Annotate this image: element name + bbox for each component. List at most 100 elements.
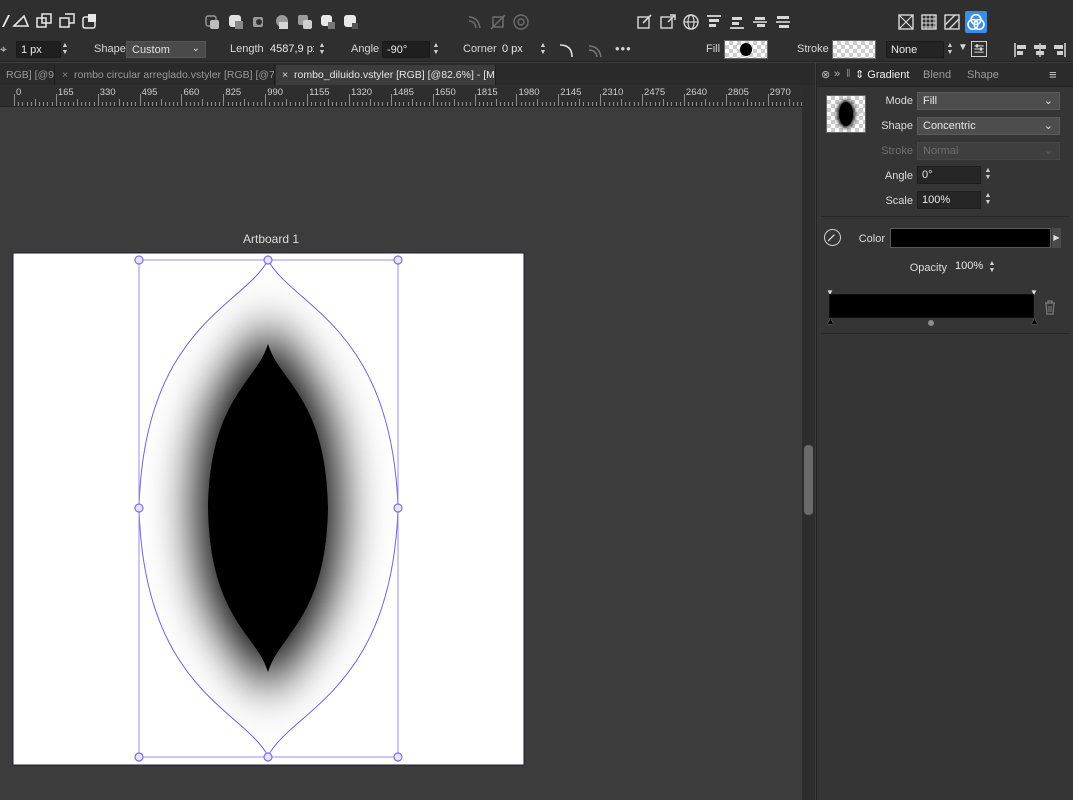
- wireframe-icon[interactable]: [897, 13, 915, 31]
- close-icon[interactable]: ×: [282, 69, 294, 81]
- length-field[interactable]: 4587,9 px: [266, 41, 314, 58]
- length-stepper[interactable]: ▲ ▼: [318, 42, 326, 58]
- handle-right[interactable]: [393, 503, 403, 513]
- ruler-major-tick: [642, 94, 644, 106]
- shape-op-3-icon[interactable]: [250, 13, 268, 31]
- curve-tool-icon[interactable]: [466, 13, 484, 31]
- preview-arrow-icon[interactable]: ▶: [858, 107, 864, 116]
- collapse-panel-icon[interactable]: »: [834, 68, 840, 80]
- corner-smooth-icon[interactable]: [587, 41, 605, 59]
- more-options-button[interactable]: •••: [615, 41, 632, 56]
- midpoint-icon[interactable]: [928, 320, 934, 326]
- tab-document-1[interactable]: RGB] [@98.7: [0, 65, 55, 85]
- handle-bottom-right[interactable]: [393, 752, 403, 762]
- stroke-settings-icon[interactable]: [971, 41, 987, 57]
- scale-stepper[interactable]: ▲ ▼: [984, 192, 992, 208]
- panel-grip-icon[interactable]: ‖: [846, 68, 851, 80]
- tab-document-2[interactable]: × rombo circular arreglado.vstyler [RGB] …: [56, 65, 275, 85]
- shape-op-1-icon[interactable]: [204, 13, 222, 31]
- ruler-major-tick: [516, 94, 518, 106]
- scrollbar-thumb[interactable]: [804, 445, 813, 515]
- shape-type-dropdown[interactable]: Concentric ⌄: [917, 117, 1060, 135]
- ruler-minor-tick: [625, 102, 627, 106]
- artboard-label[interactable]: Artboard 1: [243, 232, 299, 246]
- angle-field[interactable]: 0°: [917, 166, 981, 184]
- edit-icon[interactable]: [636, 13, 654, 31]
- color-mode-icon[interactable]: [965, 11, 987, 33]
- ruler-tick-label: 2640: [685, 87, 708, 98]
- vertical-scrollbar[interactable]: [802, 85, 815, 800]
- export-icon[interactable]: [659, 13, 677, 31]
- ruler-minor-tick: [206, 102, 208, 106]
- ruler-minor-tick: [420, 102, 422, 106]
- stroke-swatch[interactable]: [832, 40, 876, 59]
- stroke-width-field[interactable]: 1 px: [16, 41, 61, 58]
- corner-stepper[interactable]: ▲ ▼: [539, 42, 547, 58]
- boolean-subtract-icon[interactable]: [58, 12, 76, 30]
- trash-icon[interactable]: [1043, 299, 1057, 315]
- shape-dropdown[interactable]: Custom ⌄: [126, 41, 206, 58]
- tab-gradient[interactable]: ⇕ Gradient: [855, 68, 909, 81]
- close-icon[interactable]: ×: [62, 69, 74, 81]
- distribute-icon[interactable]: [774, 13, 792, 31]
- context-toolbar: ⌖ 1 px ▲ ▼ Shape Custom ⌄ Length 4587,9 px…: [0, 38, 1073, 62]
- handle-bottom-left[interactable]: [134, 752, 144, 762]
- handle-top[interactable]: [263, 255, 273, 265]
- target-tool-icon[interactable]: [512, 13, 530, 31]
- corner-round-icon[interactable]: [558, 41, 576, 59]
- tab-document-3[interactable]: × rombo_diluido.vstyler [RGB] [@82.6%] - …: [276, 65, 496, 85]
- angle-stepper[interactable]: ▲ ▼: [432, 42, 440, 58]
- handle-top-left[interactable]: [134, 255, 144, 265]
- stroke-width-stepper[interactable]: ▲ ▼: [61, 42, 69, 58]
- align-bottom-icon[interactable]: [728, 13, 746, 31]
- stroke-style-stepper[interactable]: ▲ ▼: [946, 42, 954, 58]
- align-right-icon[interactable]: [1050, 41, 1068, 59]
- corner-field[interactable]: 0 px: [498, 41, 536, 58]
- mode-label: Mode: [885, 95, 913, 107]
- scale-field[interactable]: 100%: [917, 191, 981, 209]
- shape-op-7-icon[interactable]: [342, 13, 360, 31]
- handle-top-right[interactable]: [393, 255, 403, 265]
- node-tool-icon[interactable]: [12, 12, 30, 30]
- stroke-style-dropdown-icon[interactable]: ▼: [958, 42, 968, 53]
- shape-op-6-icon[interactable]: [319, 13, 337, 31]
- opacity-field[interactable]: 100%: [951, 258, 985, 276]
- color-swatch[interactable]: [890, 228, 1051, 248]
- color-expand-icon[interactable]: ▶: [1052, 228, 1061, 248]
- shape-op-2-icon[interactable]: [227, 13, 245, 31]
- ruler-minor-tick: [336, 102, 338, 106]
- ruler-minor-tick: [164, 102, 166, 106]
- grid-icon[interactable]: [920, 13, 938, 31]
- ruler-minor-tick: [662, 99, 664, 106]
- ruler-minor-tick: [76, 99, 78, 106]
- stop-start-icon[interactable]: ▲: [826, 316, 835, 326]
- handle-bottom[interactable]: [263, 752, 273, 762]
- align-left-icon[interactable]: [1012, 41, 1030, 59]
- handle-left[interactable]: [134, 503, 144, 513]
- gradient-bar[interactable]: [829, 294, 1034, 318]
- shape-op-4-icon[interactable]: [273, 13, 291, 31]
- tab-shape[interactable]: Shape: [967, 69, 999, 81]
- ruler-minor-tick: [637, 102, 639, 106]
- align-center-icon[interactable]: [1031, 41, 1049, 59]
- tab-blend[interactable]: Blend: [923, 69, 951, 81]
- hatch-icon[interactable]: [943, 13, 961, 31]
- color-picker-icon[interactable]: [824, 229, 841, 246]
- angle-stepper[interactable]: ▲ ▼: [984, 167, 992, 183]
- panel-menu-icon[interactable]: ≡: [1049, 67, 1057, 82]
- boolean-intersect-icon[interactable]: [81, 12, 99, 30]
- stroke-style-field[interactable]: None: [886, 41, 944, 58]
- mode-dropdown[interactable]: Fill ⌄: [917, 92, 1060, 110]
- stop-end-icon[interactable]: ▲: [1030, 316, 1039, 326]
- canvas[interactable]: Artboard 1: [0, 108, 802, 800]
- globe-icon[interactable]: [682, 13, 700, 31]
- angle-field[interactable]: -90°: [382, 41, 430, 58]
- shape-op-5-icon[interactable]: [296, 13, 314, 31]
- transform-tool-icon[interactable]: [489, 13, 507, 31]
- boolean-add-icon[interactable]: [35, 12, 53, 30]
- opacity-stepper[interactable]: ▲ ▼: [988, 260, 996, 276]
- fill-swatch[interactable]: [724, 40, 768, 59]
- align-top-icon[interactable]: [705, 13, 723, 31]
- align-middle-icon[interactable]: [751, 13, 769, 31]
- close-panel-icon[interactable]: ⊗: [821, 68, 830, 81]
